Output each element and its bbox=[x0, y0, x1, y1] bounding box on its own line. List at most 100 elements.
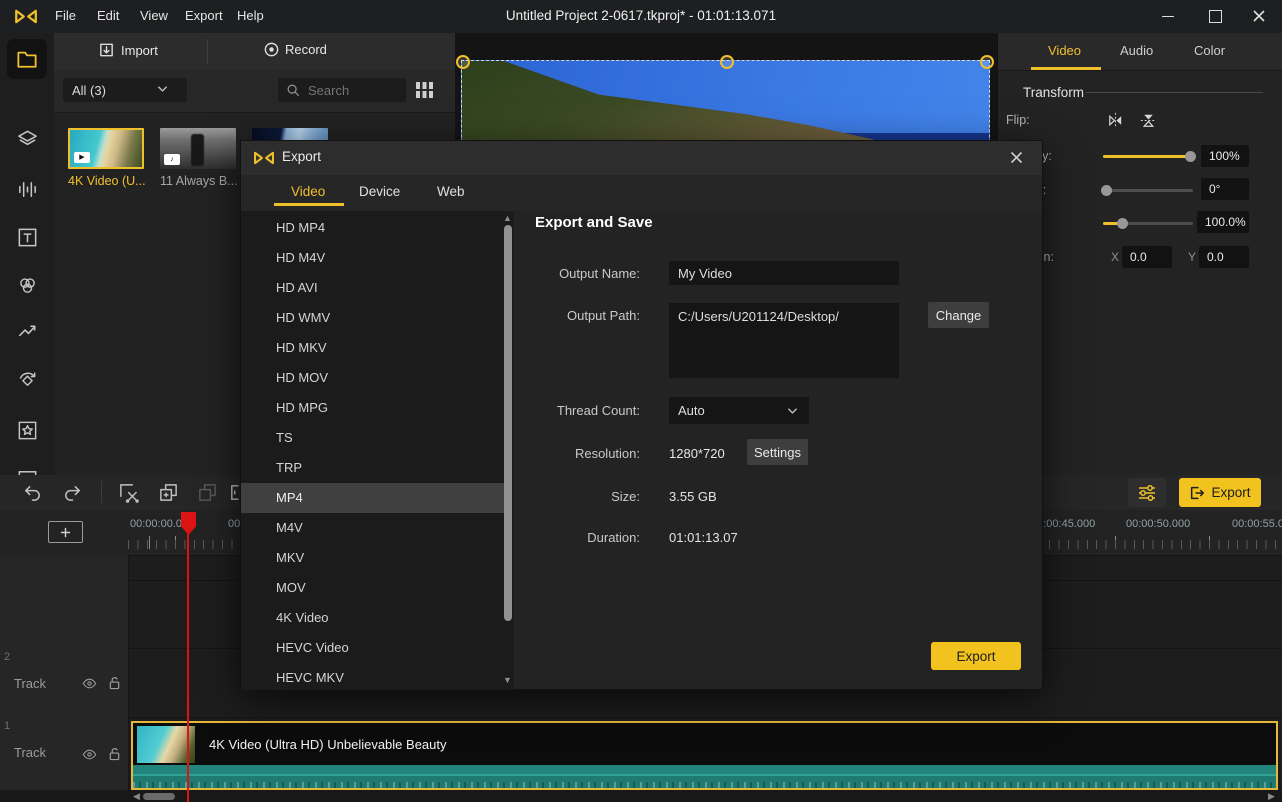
timeline-video-clip[interactable]: 4K Video (Ultra HD) Unbelievable Beauty bbox=[131, 721, 1278, 790]
format-option[interactable]: HD AVI bbox=[241, 273, 504, 303]
tab-video[interactable]: Video bbox=[1048, 43, 1081, 58]
flip-vertical-icon[interactable] bbox=[1139, 111, 1158, 130]
format-option[interactable]: MKV bbox=[241, 543, 504, 573]
menu-help[interactable]: Help bbox=[237, 8, 264, 23]
scroll-right-icon[interactable]: ▶ bbox=[1268, 791, 1275, 802]
position-y-value[interactable]: 0.0 bbox=[1199, 246, 1249, 268]
minimize-button[interactable] bbox=[1155, 6, 1181, 26]
format-option[interactable]: TS bbox=[241, 423, 504, 453]
audio-waveform-icon[interactable] bbox=[16, 178, 39, 201]
menu-file[interactable]: File bbox=[55, 8, 76, 23]
app-logo-icon bbox=[253, 150, 275, 166]
duration-label: Duration: bbox=[480, 530, 640, 545]
media-filter-dropdown[interactable]: All (3) bbox=[63, 78, 187, 102]
thread-count-dropdown[interactable]: Auto bbox=[669, 397, 809, 424]
format-list-scrollbar[interactable] bbox=[504, 225, 512, 621]
position-x-value[interactable]: 0.0 bbox=[1122, 246, 1172, 268]
flip-horizontal-icon[interactable] bbox=[1106, 111, 1125, 130]
format-option[interactable]: HD MP4 bbox=[241, 213, 504, 243]
copy-icon[interactable] bbox=[158, 482, 179, 503]
timeline-horizontal-scrollbar[interactable]: ◀ ▶ bbox=[0, 790, 1282, 802]
media-item-video-thumbnail[interactable]: ▶ bbox=[68, 128, 144, 169]
opacity-value[interactable]: 100% bbox=[1201, 145, 1249, 167]
divider bbox=[1086, 92, 1263, 93]
menu-export[interactable]: Export bbox=[185, 8, 223, 23]
effects-icon[interactable] bbox=[16, 419, 39, 442]
track-visibility-eye-icon[interactable] bbox=[82, 677, 97, 690]
filters-icon[interactable] bbox=[16, 274, 39, 297]
format-option[interactable]: M4V bbox=[241, 513, 504, 543]
chevron-down-icon bbox=[787, 407, 798, 415]
transitions-icon[interactable] bbox=[16, 320, 39, 343]
scroll-up-icon[interactable]: ▲ bbox=[503, 213, 512, 223]
layers-icon[interactable] bbox=[16, 128, 39, 151]
format-option[interactable]: HEVC MKV bbox=[241, 663, 504, 693]
scale-slider[interactable] bbox=[1103, 222, 1193, 225]
format-option[interactable]: HEVC Video bbox=[241, 633, 504, 663]
dialog-close-icon[interactable] bbox=[1010, 151, 1023, 164]
format-option[interactable]: HD MKV bbox=[241, 333, 504, 363]
record-button[interactable]: Record bbox=[263, 41, 327, 58]
format-option[interactable]: TRP bbox=[241, 453, 504, 483]
format-option[interactable]: MOV bbox=[241, 573, 504, 603]
format-option[interactable]: HD M4V bbox=[241, 243, 504, 273]
sidebar-item-media-active[interactable] bbox=[7, 39, 47, 79]
render-settings-button[interactable] bbox=[1128, 478, 1166, 507]
opacity-slider[interactable] bbox=[1103, 155, 1193, 158]
close-button[interactable] bbox=[1246, 6, 1272, 26]
format-option[interactable]: 4K Video bbox=[241, 603, 504, 633]
menu-edit[interactable]: Edit bbox=[97, 8, 119, 23]
scroll-down-icon[interactable]: ▼ bbox=[503, 675, 512, 685]
dialog-tab-web[interactable]: Web bbox=[437, 184, 465, 199]
output-name-input[interactable] bbox=[669, 261, 899, 285]
selection-handle-top-left[interactable] bbox=[456, 55, 470, 69]
redo-icon[interactable] bbox=[62, 482, 83, 503]
resolution-settings-button[interactable]: Settings bbox=[747, 439, 808, 465]
split-clip-icon[interactable] bbox=[118, 482, 139, 503]
change-path-button[interactable]: Change bbox=[928, 302, 989, 328]
track-lock-icon[interactable] bbox=[108, 746, 121, 762]
media-item-label[interactable]: 4K Video (U... bbox=[68, 174, 146, 188]
selection-handle-top-center[interactable] bbox=[720, 55, 734, 69]
media-item-label[interactable]: 11 Always B... bbox=[160, 174, 238, 188]
rotate-slider[interactable] bbox=[1103, 189, 1193, 192]
undo-icon[interactable] bbox=[22, 482, 43, 503]
menu-view[interactable]: View bbox=[140, 8, 168, 23]
playhead-line[interactable] bbox=[187, 513, 189, 802]
scrollbar-thumb[interactable] bbox=[143, 793, 175, 800]
scroll-left-icon[interactable]: ◀ bbox=[133, 791, 140, 802]
duration-value: 01:01:13.07 bbox=[669, 530, 738, 545]
dialog-export-button[interactable]: Export bbox=[931, 642, 1021, 670]
format-option[interactable]: HD MPG bbox=[241, 393, 504, 423]
track-lock-icon[interactable] bbox=[108, 675, 121, 691]
format-option-selected[interactable]: MP4 bbox=[241, 483, 504, 513]
dialog-tab-device[interactable]: Device bbox=[359, 184, 400, 199]
format-option[interactable]: HD WMV bbox=[241, 303, 504, 333]
album-art-figure bbox=[191, 134, 204, 166]
import-button[interactable]: Import bbox=[98, 41, 158, 59]
media-item-audio-thumbnail[interactable]: ♪ bbox=[160, 128, 236, 169]
flip-label: Flip: bbox=[1006, 113, 1030, 127]
selection-handle-top-right[interactable] bbox=[980, 55, 994, 69]
track-visibility-eye-icon[interactable] bbox=[82, 748, 97, 761]
tab-color[interactable]: Color bbox=[1194, 43, 1225, 58]
maximize-button[interactable] bbox=[1202, 6, 1228, 26]
duplicate-icon[interactable] bbox=[197, 482, 218, 503]
search-input[interactable] bbox=[306, 82, 392, 99]
format-option[interactable]: HD MOV bbox=[241, 363, 504, 393]
timeline-export-button[interactable]: Export bbox=[1179, 478, 1261, 507]
rotate-value[interactable]: 0° bbox=[1201, 178, 1249, 200]
output-path-field[interactable]: C:/Users/U201124/Desktop/ bbox=[669, 303, 899, 378]
text-icon[interactable] bbox=[16, 226, 39, 249]
add-track-button[interactable] bbox=[48, 521, 83, 543]
export-dialog-header[interactable]: Export bbox=[241, 141, 1042, 175]
animation-icon[interactable] bbox=[16, 369, 39, 392]
grid-view-icon[interactable] bbox=[415, 81, 434, 99]
scale-value[interactable]: 100.0% bbox=[1197, 211, 1249, 233]
search-box[interactable] bbox=[278, 78, 406, 102]
size-label: Size: bbox=[480, 489, 640, 504]
sliders-icon bbox=[1137, 484, 1157, 502]
dialog-tab-video[interactable]: Video bbox=[291, 184, 325, 199]
export-icon bbox=[1189, 485, 1205, 501]
tab-audio[interactable]: Audio bbox=[1120, 43, 1153, 58]
